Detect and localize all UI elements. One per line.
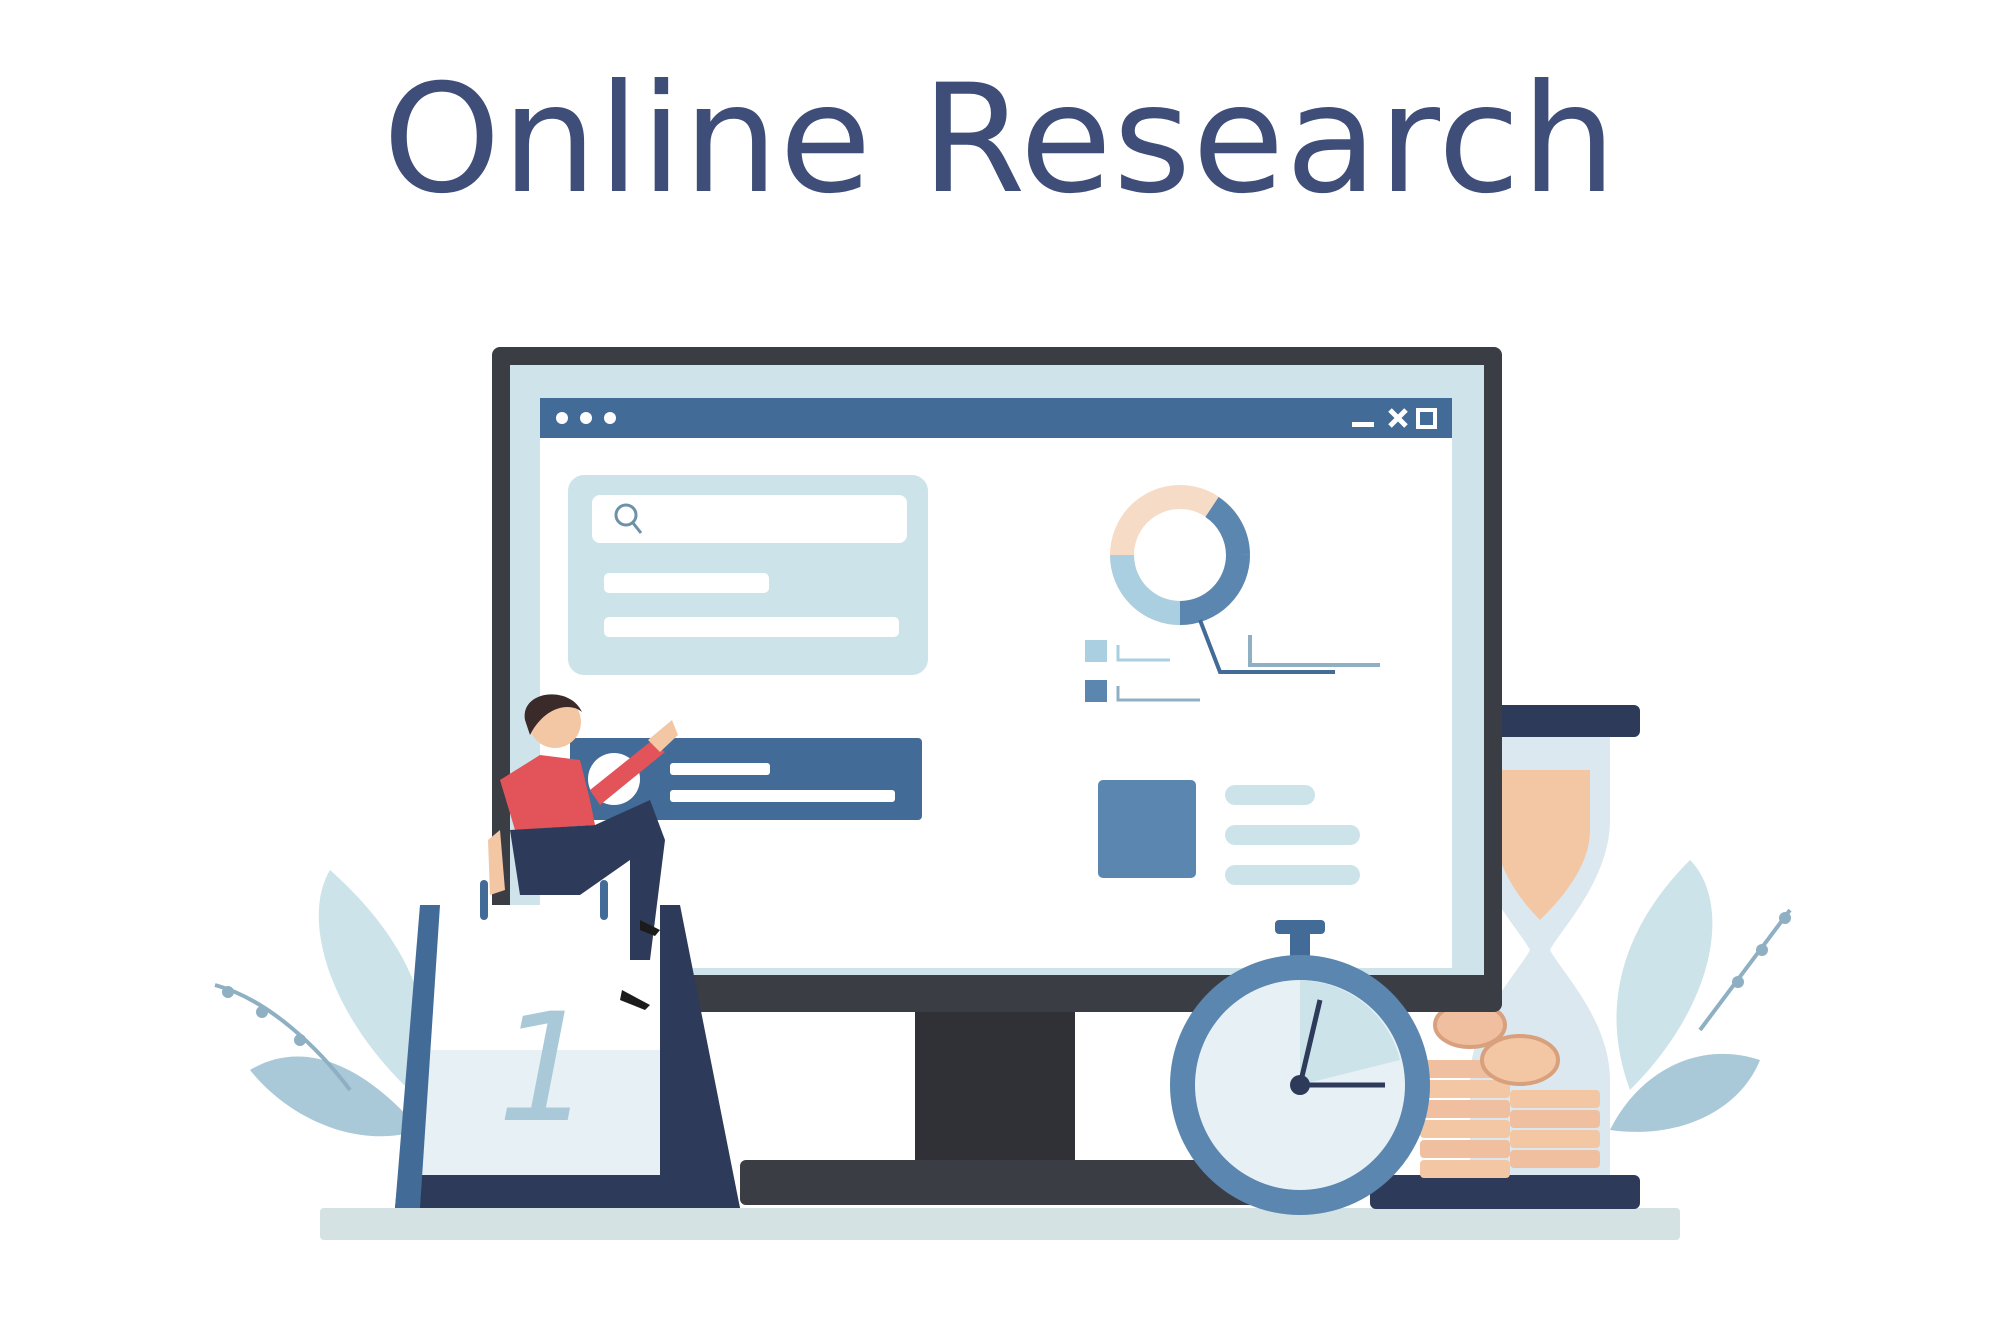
leaf-right-icon xyxy=(1610,860,1792,1132)
browser-titlebar xyxy=(540,398,1452,438)
result-line xyxy=(604,617,899,637)
legend-swatch xyxy=(1085,640,1107,662)
window-dot-icon[interactable] xyxy=(604,412,616,424)
calendar-day: 1 xyxy=(497,982,592,1156)
monitor-stand xyxy=(915,1005,1075,1170)
search-input[interactable] xyxy=(592,495,907,543)
illustration: 1 xyxy=(214,347,1792,1240)
legend-swatch xyxy=(1085,680,1107,702)
result-line xyxy=(670,790,895,802)
monitor-base xyxy=(740,1160,1260,1205)
result-line xyxy=(670,763,770,775)
profile-line xyxy=(1225,865,1360,885)
ground xyxy=(320,1208,1680,1240)
profile-line xyxy=(1225,825,1360,845)
profile-image xyxy=(1098,780,1196,878)
result-line xyxy=(604,573,769,593)
minimize-icon[interactable] xyxy=(1352,422,1374,427)
window-dot-icon[interactable] xyxy=(556,412,568,424)
window-dot-icon[interactable] xyxy=(580,412,592,424)
leaf-left-icon xyxy=(214,870,428,1137)
profile-line xyxy=(1225,785,1315,805)
